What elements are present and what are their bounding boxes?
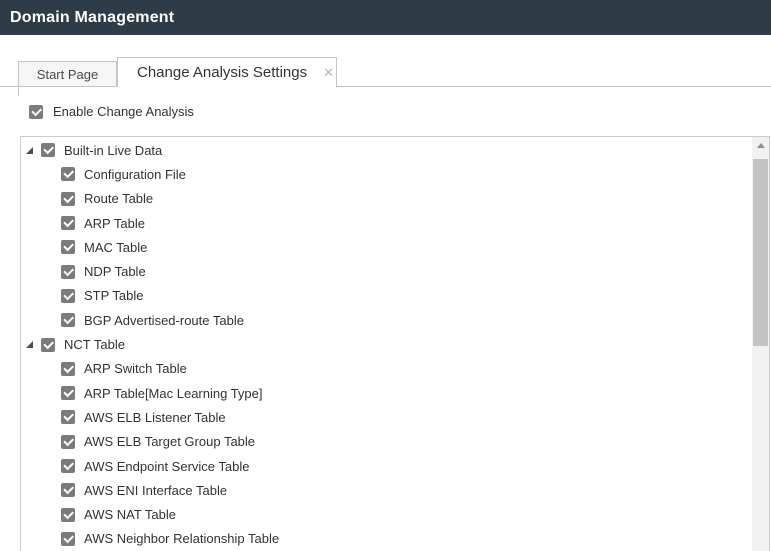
titlebar: Domain Management	[0, 0, 771, 35]
tree-item-row[interactable]: AWS ENI Interface Table	[21, 478, 752, 502]
tree-item-row[interactable]: Configuration File	[21, 162, 752, 186]
enable-change-analysis-row[interactable]: Enable Change Analysis	[29, 104, 194, 119]
tree-item-row[interactable]: AWS ELB Listener Table	[21, 405, 752, 429]
checkbox-checked-icon[interactable]	[61, 264, 75, 279]
tree-item-row[interactable]: Route Table	[21, 187, 752, 211]
checkbox-checked-icon[interactable]	[61, 386, 75, 401]
tree-item-label: ARP Switch Table	[84, 361, 187, 377]
checkbox-checked-icon[interactable]	[61, 313, 75, 328]
tree-item-row[interactable]: AWS ELB Target Group Table	[21, 430, 752, 454]
tree-item-row[interactable]: AWS Endpoint Service Table	[21, 454, 752, 478]
enable-change-analysis-label: Enable Change Analysis	[53, 104, 194, 119]
tree-group-label: NCT Table	[64, 337, 125, 353]
tree-item-label: BGP Advertised-route Table	[84, 312, 244, 328]
tab-start-page[interactable]: Start Page	[18, 61, 117, 86]
tree-item-row[interactable]: ARP Switch Table	[21, 357, 752, 381]
tree-item-label: ARP Table[Mac Learning Type]	[84, 385, 263, 401]
tree-group-label: Built-in Live Data	[64, 142, 163, 158]
tab-label: Start Page	[36, 66, 99, 82]
checkbox-checked-icon[interactable]	[61, 410, 75, 425]
tree-item-label: AWS ENI Interface Table	[84, 482, 228, 498]
tree-item-row[interactable]: ARP Table[Mac Learning Type]	[21, 381, 752, 405]
checkbox-checked-icon[interactable]	[61, 191, 75, 206]
tab-label: Change Analysis Settings	[137, 64, 308, 81]
page-title: Domain Management	[10, 8, 175, 26]
tree-item-label: AWS NAT Table	[84, 507, 176, 523]
scrollbar-up-button[interactable]	[752, 137, 769, 154]
expand-caret-icon[interactable]	[26, 341, 33, 349]
checkbox-checked-icon[interactable]	[61, 240, 75, 255]
tab-change-analysis-settings[interactable]: Change Analysis Settings ✕	[117, 57, 337, 87]
checkbox-checked-icon[interactable]	[61, 459, 75, 473]
tabstrip-bottom-border	[0, 86, 771, 87]
tree-item-row[interactable]: BGP Advertised-route Table	[21, 308, 752, 332]
tree-item-row[interactable]: NDP Table	[21, 259, 752, 283]
tree-item-row[interactable]: MAC Table	[21, 235, 752, 259]
tree-item-label: Configuration File	[84, 166, 186, 182]
tree-item-row[interactable]: ARP Table	[21, 211, 752, 235]
arrow-up-icon	[756, 143, 765, 148]
tree-item-label: AWS Endpoint Service Table	[84, 458, 250, 474]
checkbox-tree: Built-in Live Data Configuration File Rout…	[21, 138, 752, 551]
checkbox-checked-icon[interactable]	[61, 483, 75, 498]
expand-caret-icon[interactable]	[26, 146, 33, 154]
scrollbar-thumb[interactable]	[753, 159, 768, 346]
panel-left-border	[18, 84, 19, 96]
tree-item-label: ARP Table	[84, 215, 145, 231]
tree-item-row[interactable]: STP Table	[21, 284, 752, 308]
checkbox-checked-icon[interactable]	[61, 288, 75, 303]
tree-item-label: STP Table	[84, 288, 144, 304]
checkbox-checked-icon[interactable]	[61, 167, 75, 182]
checkbox-checked-icon[interactable]	[61, 507, 75, 522]
checkbox-checked-icon[interactable]	[41, 143, 55, 158]
checkbox-checked-icon[interactable]	[61, 216, 75, 231]
tree-item-label: Route Table	[84, 191, 154, 207]
tree-group-row[interactable]: NCT Table	[21, 332, 752, 356]
tree-item-label: NDP Table	[84, 264, 146, 280]
checkbox-checked-icon[interactable]	[61, 361, 75, 376]
checkbox-checked-icon[interactable]	[61, 531, 75, 546]
tree-item-label: AWS ELB Listener Table	[84, 409, 226, 425]
vertical-scrollbar[interactable]	[752, 137, 769, 551]
tree-item-row[interactable]: AWS NAT Table	[21, 502, 752, 526]
tree-group-row[interactable]: Built-in Live Data	[21, 138, 752, 162]
data-type-tree-panel: Built-in Live Data Configuration File Rout…	[20, 136, 770, 551]
checkbox-checked-icon[interactable]	[41, 337, 55, 352]
close-tab-icon[interactable]: ✕	[323, 66, 334, 79]
tree-item-label: AWS ELB Target Group Table	[84, 434, 256, 450]
tree-item-label: MAC Table	[84, 239, 148, 255]
tree-item-label: AWS Neighbor Relationship Table	[84, 531, 280, 547]
checkbox-checked-icon[interactable]	[61, 434, 75, 449]
tree-item-row[interactable]: AWS Neighbor Relationship Table	[21, 527, 752, 551]
checkbox-checked-icon[interactable]	[29, 104, 43, 119]
